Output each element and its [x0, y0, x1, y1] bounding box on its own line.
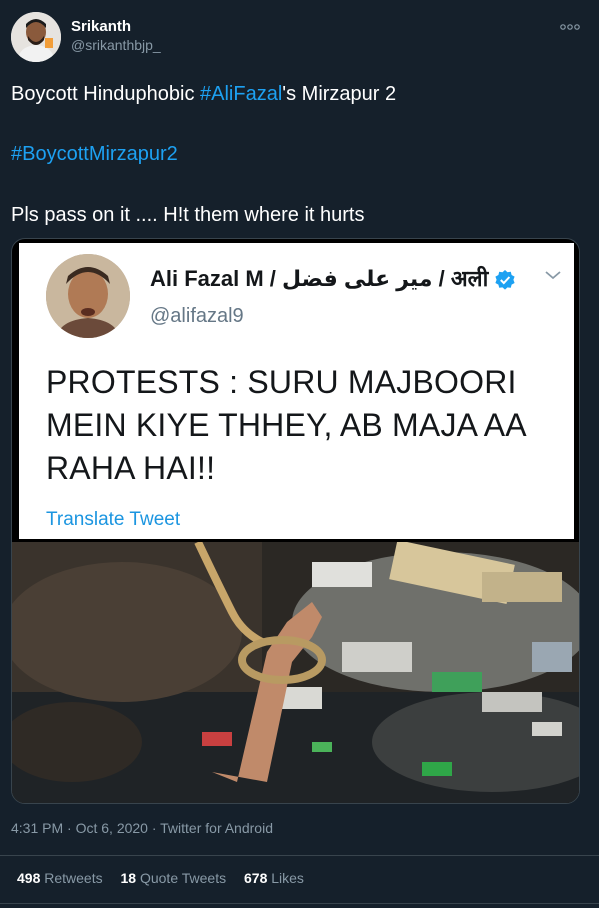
embedded-display-name: Ali Fazal M / میر علی فضل / अली — [150, 263, 516, 293]
tweet-line-1: Boycott Hinduphobic #AliFazal's Mirzapur… — [11, 80, 396, 108]
tweet-text-suffix: 's Mirzapur 2 — [282, 83, 397, 105]
chevron-down-icon — [545, 271, 561, 280]
quote-count: 18 — [120, 870, 137, 886]
quote-label: Quote Tweets — [139, 870, 227, 886]
author-avatar[interactable] — [11, 12, 61, 62]
tweet-text-prefix: Boycott Hinduphobic — [11, 83, 201, 105]
quote-tweets-stat[interactable]: 18 Quote Tweets — [121, 870, 227, 886]
likes-count: 678 — [244, 870, 268, 886]
retweets-stat[interactable]: 498 Retweets — [17, 870, 103, 886]
likes-stat[interactable]: 678 Likes — [244, 870, 304, 886]
divider — [0, 903, 599, 904]
tweet-timestamp[interactable]: 4:31 PM · Oct 6, 2020 · Twitter for Andr… — [11, 820, 273, 836]
tweet-stats: 498 Retweets 18 Quote Tweets 678 Likes — [17, 870, 318, 886]
embedded-tweet-screenshot: Ali Fazal M / میر علی فضل / अली @alifaza… — [19, 243, 574, 539]
tweet-header: Srikanth @srikanthbjp_ — [11, 12, 589, 64]
hashtag-alifazal[interactable]: #AliFazal — [200, 83, 282, 105]
embedded-tweet-text: PROTESTS : SURU MAJBOORI MEIN KIYE THHEY… — [46, 364, 526, 486]
embedded-handle: @alifazal9 — [150, 305, 244, 327]
retweets-label: Retweets — [44, 870, 103, 886]
divider — [0, 855, 599, 856]
garbage-photo — [12, 542, 579, 803]
verified-badge-icon — [495, 270, 515, 290]
embedded-avatar — [46, 254, 130, 338]
author-display-name[interactable]: Srikanth — [71, 18, 161, 36]
tweet-media[interactable]: Ali Fazal M / میر علی فضل / अली @alifaza… — [11, 238, 580, 804]
translate-tweet-link: Translate Tweet — [46, 509, 181, 530]
hashtag-boycottmirzapur2[interactable]: #BoycottMirzapur2 — [11, 143, 178, 165]
author-handle[interactable]: @srikanthbjp_ — [71, 36, 161, 54]
retweets-count: 498 — [17, 870, 41, 886]
likes-label: Likes — [271, 870, 304, 886]
embedded-name-text: Ali Fazal M / میر علی فضل / अली — [150, 266, 489, 291]
tweet-line-3: Pls pass on it .... H!t them where it hu… — [11, 204, 365, 226]
more-icon[interactable] — [559, 20, 581, 34]
